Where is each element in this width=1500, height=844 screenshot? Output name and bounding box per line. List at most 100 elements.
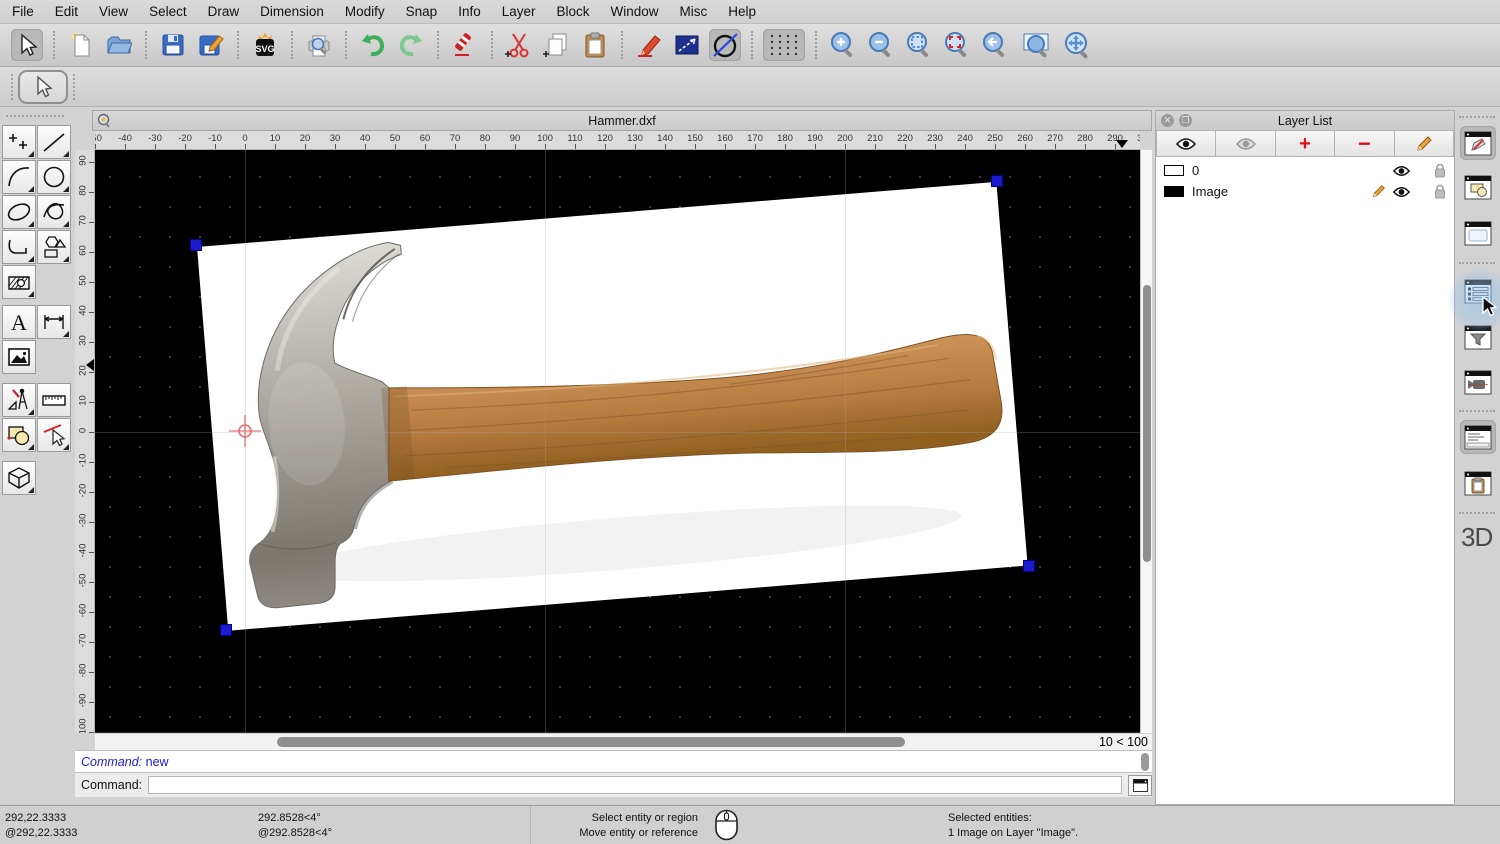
pointer-tool-button[interactable] bbox=[11, 29, 43, 61]
draw-pencil-button[interactable] bbox=[633, 29, 665, 61]
print-preview-button[interactable] bbox=[303, 29, 335, 61]
zoom-out-button[interactable] bbox=[865, 29, 897, 61]
selection-handle-top-right[interactable] bbox=[991, 175, 1003, 187]
document-titlebar[interactable]: Hammer.dxf bbox=[92, 110, 1152, 131]
arc-tool-button[interactable] bbox=[2, 160, 36, 194]
selection-handle-top-left[interactable] bbox=[190, 239, 202, 251]
property-editor-dock-button[interactable] bbox=[1460, 126, 1496, 160]
new-file-button[interactable] bbox=[65, 29, 97, 61]
misc-draw-tool-button[interactable] bbox=[2, 383, 36, 417]
layer-row-image[interactable]: Image bbox=[1156, 181, 1454, 202]
open-file-button[interactable] bbox=[103, 29, 135, 61]
menu-item-draw[interactable]: Draw bbox=[208, 4, 240, 19]
block-list-dock-button[interactable] bbox=[1460, 170, 1496, 204]
erase-button[interactable] bbox=[449, 29, 481, 61]
ellipse-tool-button[interactable] bbox=[2, 195, 36, 229]
measure-tool-button[interactable] bbox=[37, 383, 71, 417]
line-properties-button[interactable] bbox=[671, 29, 703, 61]
command-window-button[interactable] bbox=[1128, 775, 1152, 796]
menu-item-file[interactable]: File bbox=[12, 4, 34, 19]
text-tool-button[interactable]: A bbox=[2, 305, 36, 339]
menu-item-dimension[interactable]: Dimension bbox=[260, 4, 324, 19]
command-line-dock-button[interactable] bbox=[1460, 420, 1496, 454]
image-tool-button[interactable] bbox=[2, 340, 36, 374]
menu-item-edit[interactable]: Edit bbox=[55, 4, 78, 19]
toolbar-grip[interactable] bbox=[11, 74, 13, 100]
redo-button[interactable] bbox=[395, 29, 427, 61]
layer-color-swatch[interactable] bbox=[1164, 186, 1184, 197]
drawing-canvas[interactable] bbox=[95, 150, 1140, 733]
hatch-tool-button[interactable] bbox=[2, 265, 36, 299]
menu-item-help[interactable]: Help bbox=[728, 4, 756, 19]
menu-item-modify[interactable]: Modify bbox=[345, 4, 385, 19]
show-all-layers-button[interactable] bbox=[1156, 130, 1216, 157]
command-input[interactable] bbox=[148, 776, 1122, 794]
save-as-button[interactable] bbox=[195, 29, 227, 61]
menu-item-misc[interactable]: Misc bbox=[680, 4, 708, 19]
zoom-previous-button[interactable] bbox=[979, 29, 1011, 61]
command-history-scrollbar[interactable] bbox=[1141, 753, 1149, 771]
menu-item-layer[interactable]: Layer bbox=[502, 4, 536, 19]
close-icon[interactable]: ✕ bbox=[1161, 114, 1174, 127]
save-button[interactable] bbox=[157, 29, 189, 61]
points-tool-button[interactable] bbox=[2, 125, 36, 159]
vertical-scrollbar[interactable] bbox=[1140, 150, 1152, 733]
command-history[interactable]: Command: new bbox=[75, 750, 1152, 773]
remove-layer-button[interactable]: − bbox=[1335, 130, 1394, 157]
zoom-selection-button[interactable] bbox=[941, 29, 973, 61]
zoom-auto-button[interactable] bbox=[903, 29, 935, 61]
svg-export-button[interactable]: SVG bbox=[249, 29, 281, 61]
undock-icon[interactable]: ❐ bbox=[1179, 114, 1192, 127]
toolbar-grip[interactable] bbox=[73, 74, 75, 100]
line-tool-button[interactable] bbox=[37, 125, 71, 159]
layer-visible-icon[interactable] bbox=[1393, 165, 1410, 177]
layer-lock-icon[interactable] bbox=[1434, 163, 1446, 178]
layer-lock-icon[interactable] bbox=[1434, 184, 1446, 199]
menu-item-view[interactable]: View bbox=[99, 4, 128, 19]
selection-filter-dock-button[interactable] bbox=[1460, 320, 1496, 354]
undo-button[interactable] bbox=[357, 29, 389, 61]
pan-button[interactable] bbox=[1061, 29, 1093, 61]
horizontal-scrollbar[interactable]: 10 < 100 bbox=[95, 733, 1152, 750]
selection-pointer-button[interactable] bbox=[18, 70, 68, 104]
modify-delete-tool-button[interactable] bbox=[37, 418, 71, 452]
zoom-window-button[interactable] bbox=[1017, 29, 1055, 61]
cut-button[interactable] bbox=[503, 29, 535, 61]
hide-all-layers-button[interactable] bbox=[1216, 130, 1275, 157]
palette-grip[interactable] bbox=[6, 115, 64, 117]
dimension-tool-button[interactable] bbox=[37, 305, 71, 339]
camera-view-dock-button[interactable] bbox=[1460, 365, 1496, 399]
menu-item-block[interactable]: Block bbox=[557, 4, 590, 19]
polygon-tool-button[interactable] bbox=[37, 230, 71, 264]
edit-layer-button[interactable] bbox=[1395, 130, 1454, 157]
vertical-scrollbar-thumb[interactable] bbox=[1143, 285, 1151, 562]
menu-item-snap[interactable]: Snap bbox=[406, 4, 438, 19]
selection-handle-bottom-left[interactable] bbox=[220, 624, 232, 636]
construction-toggle-button[interactable] bbox=[709, 29, 741, 61]
layer-row-0[interactable]: 0 bbox=[1156, 160, 1454, 181]
grid-toggle-button[interactable] bbox=[763, 29, 805, 61]
copy-button[interactable] bbox=[541, 29, 573, 61]
layer-panel-header[interactable]: ✕ ❐ Layer List bbox=[1156, 111, 1454, 131]
menu-item-select[interactable]: Select bbox=[149, 4, 187, 19]
layer-visible-icon[interactable] bbox=[1393, 186, 1410, 198]
spline-tool-button[interactable] bbox=[37, 195, 71, 229]
v-ruler-tick bbox=[89, 702, 94, 703]
solid-3d-tool-button[interactable] bbox=[2, 461, 36, 495]
selection-handle-bottom-right[interactable] bbox=[1023, 560, 1035, 572]
zoom-in-button[interactable] bbox=[827, 29, 859, 61]
clipboard-dock-button[interactable] bbox=[1460, 466, 1496, 500]
inserted-image-entity[interactable] bbox=[197, 182, 1028, 631]
polyline-tool-button[interactable] bbox=[2, 230, 36, 264]
add-layer-button[interactable]: + bbox=[1276, 130, 1335, 157]
view-list-dock-button[interactable] bbox=[1460, 216, 1496, 250]
dock-grip[interactable] bbox=[1459, 116, 1495, 118]
circle-tool-button[interactable] bbox=[37, 160, 71, 194]
menu-item-info[interactable]: Info bbox=[458, 4, 481, 19]
layer-color-swatch[interactable] bbox=[1164, 165, 1184, 176]
draw-order-tool-button[interactable] bbox=[2, 418, 36, 452]
menu-item-window[interactable]: Window bbox=[611, 4, 659, 19]
paste-button[interactable] bbox=[579, 29, 611, 61]
dock-3d-label[interactable]: 3D bbox=[1461, 522, 1492, 553]
horizontal-scrollbar-thumb[interactable] bbox=[277, 737, 905, 747]
